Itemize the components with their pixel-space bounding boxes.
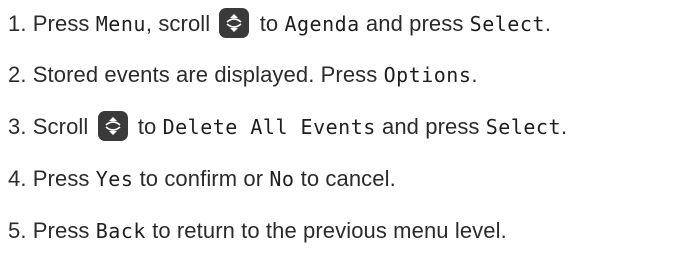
step-text: . <box>471 62 478 88</box>
step-text: . <box>561 114 568 140</box>
step-4: 4. Press Yes to confirm or No to cancel. <box>8 158 396 198</box>
step-text: and press <box>375 114 486 140</box>
step-text: to confirm or <box>133 166 270 192</box>
step-number: 4. <box>8 166 27 192</box>
step-1: 1. Press Menu, scroll to Agenda and pres… <box>8 3 551 43</box>
step-number: 3. <box>8 114 27 140</box>
step-text: . <box>544 11 552 37</box>
step-number: 2. <box>8 62 27 88</box>
step-3: 3. Scroll to Delete All Events and press… <box>8 106 567 146</box>
key-label-no: No <box>269 167 295 192</box>
step-text: Stored events are displayed. Press <box>32 62 384 88</box>
step-text: Press <box>32 166 96 192</box>
step-text: to <box>131 114 163 140</box>
step-text: Press <box>32 11 96 37</box>
step-text: and press <box>359 11 470 37</box>
key-label-select: Select <box>469 12 545 37</box>
menu-item-agenda: Agenda <box>284 12 360 37</box>
scroll-icon <box>219 7 250 38</box>
step-text: to cancel. <box>294 166 396 192</box>
key-label-options: Options <box>383 63 472 88</box>
step-text: to <box>253 11 285 37</box>
step-number: 1. <box>8 11 27 37</box>
step-number: 5. <box>8 218 27 244</box>
step-2: 2. Stored events are displayed. Press Op… <box>8 54 478 94</box>
key-label-yes: Yes <box>95 167 134 192</box>
step-5: 5. Press Back to return to the previous … <box>8 210 507 250</box>
key-label-select: Select <box>485 115 561 140</box>
step-text: Scroll <box>32 114 95 140</box>
step-text: Press <box>32 218 96 244</box>
menu-item-delete-all-events: Delete All Events <box>162 115 376 140</box>
key-label-menu: Menu <box>95 12 146 37</box>
key-label-back: Back <box>95 219 146 244</box>
step-text: , scroll <box>145 11 217 37</box>
step-text: to return to the previous menu level. <box>145 218 507 244</box>
scroll-icon <box>97 110 128 141</box>
